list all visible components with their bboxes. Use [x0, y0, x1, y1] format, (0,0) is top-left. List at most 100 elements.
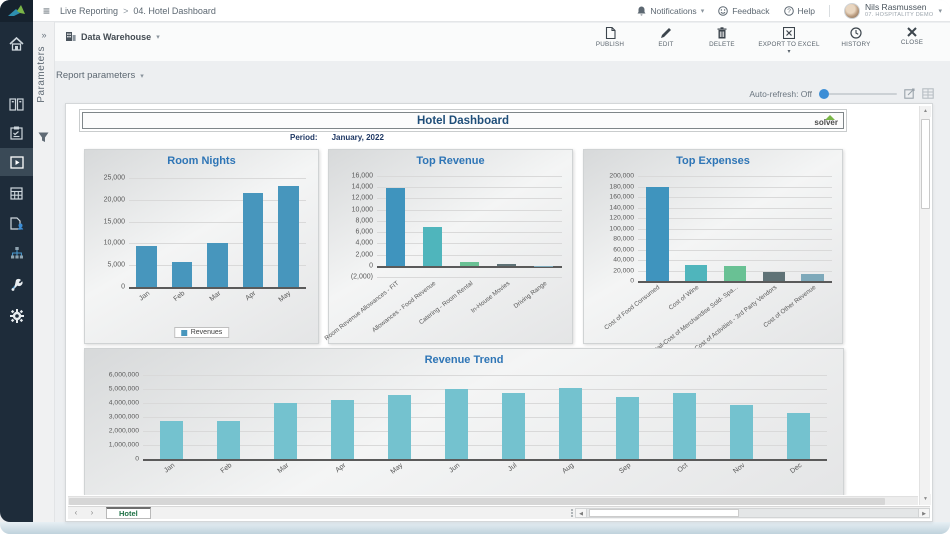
sidebar-item-tasks[interactable] — [0, 119, 33, 147]
sheet-tab-hotel[interactable]: Hotel — [106, 507, 151, 519]
bar-Cost of Food Consumed — [646, 187, 669, 281]
sidebar-item-home[interactable] — [0, 30, 33, 58]
tab-nav-next-icon[interactable]: › — [84, 507, 100, 519]
bar-Retail-Cost of Merchandise Sold- Spa... — [724, 266, 747, 281]
bar-Apr — [243, 193, 264, 287]
sidebar-item-calculator[interactable] — [0, 179, 33, 207]
sidebar-item-library[interactable] — [0, 90, 33, 118]
bar-Aug — [559, 388, 583, 459]
plot-area — [143, 375, 827, 459]
bar-Cost of Other Revenue — [801, 274, 824, 281]
main-sidebar — [0, 0, 33, 522]
user-role: 07. Hospitality Demo — [865, 12, 933, 18]
history-clock-icon — [850, 27, 862, 39]
report-parameters-toggle[interactable]: Report parameters ▾ — [56, 70, 144, 81]
breadcrumb-root[interactable]: Live Reporting — [60, 6, 118, 16]
expand-chevrons-icon[interactable]: » — [33, 30, 55, 40]
report-canvas: Hotel Dashboard solver Period: January, … — [68, 106, 918, 495]
sheet-tab-bar: ‹ › Hotel ◀ ▶ — [68, 506, 930, 519]
export-to-excel-button[interactable]: EXPORT TO EXCEL ▾ — [752, 27, 826, 54]
bar-May — [278, 186, 299, 287]
feedback-label: Feedback — [732, 6, 769, 16]
history-button[interactable]: HISTORY — [830, 27, 882, 54]
chevron-down-icon: ▾ — [156, 33, 160, 41]
horizontal-scrollbar[interactable] — [68, 496, 918, 505]
parameters-panel-label[interactable]: Parameters — [36, 46, 47, 103]
data-source-select[interactable]: Data Warehouse ▾ — [65, 31, 160, 42]
report-viewport: Hotel Dashboard solver Period: January, … — [65, 103, 933, 522]
x-axis-labels: JanFebMarAprMay — [129, 287, 306, 327]
chart-title: Revenue Trend — [85, 354, 843, 366]
parameters-panel[interactable]: » Parameters — [33, 22, 55, 522]
filter-icon[interactable] — [38, 130, 49, 148]
document-user-icon — [9, 217, 24, 230]
edit-button[interactable]: EDIT — [640, 27, 692, 54]
grid-view-icon[interactable] — [922, 88, 934, 99]
x-tick-label: Aug — [561, 462, 575, 475]
sidebar-item-admin-tools[interactable] — [0, 271, 33, 299]
solver-logo-icon — [8, 5, 26, 17]
tab-nav-prev-icon[interactable]: ‹ — [68, 507, 84, 519]
report-title-box: Hotel Dashboard solver — [82, 112, 844, 129]
sidebar-item-assignments[interactable] — [0, 209, 33, 237]
menu-icon[interactable]: ≡ — [43, 4, 50, 18]
app-logo[interactable] — [0, 0, 33, 22]
x-axis-labels: JanFebMarAprMayJunJulAugSepOctNovDec — [143, 459, 827, 495]
help-button[interactable]: ? Help — [784, 6, 815, 16]
vertical-scrollbar[interactable]: ▲ ▼ — [919, 106, 930, 505]
horizontal-scroll-thumb[interactable] — [69, 498, 885, 505]
vertical-scroll-thumb[interactable] — [921, 119, 930, 209]
sidebar-item-settings[interactable] — [0, 302, 33, 330]
bar-Mar — [274, 403, 298, 459]
edit-box-icon[interactable] — [904, 88, 915, 99]
tab-scroll-thumb[interactable] — [589, 509, 739, 517]
plot-area — [638, 176, 832, 281]
slider-track — [819, 93, 897, 95]
bar-Cost of Wine — [685, 265, 708, 281]
bar-Feb — [217, 421, 241, 460]
x-tick-label: Oct — [676, 462, 689, 474]
x-tick-label: Room Revenue Allowances - FIT — [323, 280, 400, 342]
auto-refresh-slider[interactable] — [819, 89, 897, 99]
x-tick-label: Cost of Activities - 3rd Party Vendors — [693, 284, 778, 352]
data-source-label: Data Warehouse — [81, 32, 151, 42]
delete-button[interactable]: DELETE — [696, 27, 748, 54]
sidebar-item-workflow[interactable] — [0, 239, 33, 267]
report-parameters-label: Report parameters — [56, 70, 135, 81]
chevron-down-icon[interactable]: ▾ — [787, 50, 790, 54]
scroll-down-arrow[interactable]: ▼ — [920, 494, 931, 505]
tab-horizontal-scrollbar[interactable]: ◀ ▶ — [575, 508, 930, 518]
top-bar: ≡ Live Reporting > 04. Hotel Dashboard N… — [33, 0, 950, 22]
bar-Room Revenue Allowances - FIT — [386, 188, 405, 266]
gear-icon — [10, 309, 24, 323]
x-tick-label: Sep — [618, 462, 632, 475]
publish-button[interactable]: PUBLISH — [584, 27, 636, 54]
calculator-icon — [10, 187, 23, 200]
warehouse-icon — [65, 31, 76, 42]
x-tick-label: In-House Movies — [469, 280, 511, 315]
y-axis-labels: 01,000,0002,000,0003,000,0004,000,0005,0… — [93, 375, 139, 459]
x-tick-label: Feb — [219, 462, 233, 475]
sidebar-item-reports[interactable] — [0, 148, 33, 176]
clipboard-icon — [10, 126, 23, 140]
help-icon: ? — [784, 6, 794, 16]
scroll-left-arrow[interactable]: ◀ — [576, 509, 587, 517]
bar-May — [388, 395, 412, 459]
x-tick-label: Jan — [163, 462, 176, 474]
bar-Mar — [207, 243, 228, 287]
chart-legend: Revenues — [174, 327, 230, 338]
bar-Jun — [445, 389, 469, 459]
scroll-right-arrow[interactable]: ▶ — [918, 509, 929, 517]
slider-handle[interactable] — [819, 89, 829, 99]
scroll-up-arrow[interactable]: ▲ — [920, 106, 931, 117]
feedback-button[interactable]: Feedback — [718, 6, 769, 16]
room-nights-chart: Room Nights 05,00010,00015,00020,00025,0… — [84, 149, 319, 344]
revenue-trend-chart: Revenue Trend 01,000,0002,000,0003,000,0… — [84, 348, 844, 495]
close-button[interactable]: CLOSE — [886, 27, 938, 54]
x-tick-label: Mar — [208, 290, 222, 303]
user-menu[interactable]: Nils Rasmussen 07. Hospitality Demo ▾ — [844, 3, 942, 19]
notifications-button[interactable]: Notifications ▾ — [637, 6, 704, 16]
y-axis-labels: 020,00040,00060,00080,000100,000120,0001… — [588, 176, 634, 281]
legend-label: Revenues — [191, 329, 223, 336]
bar-Jan — [136, 246, 157, 287]
